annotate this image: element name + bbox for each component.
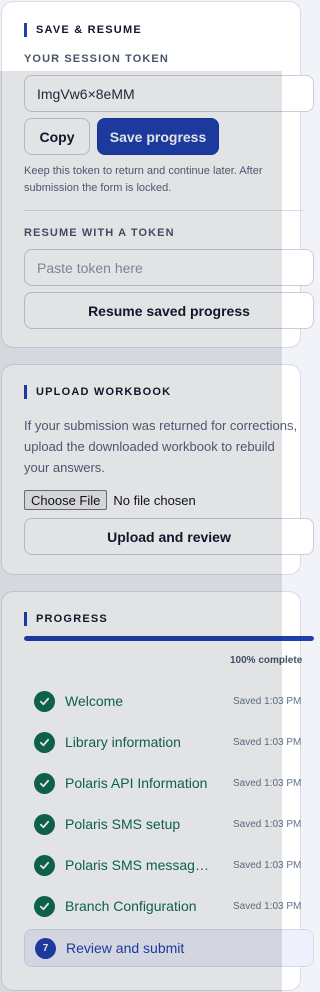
step-saved-time: Saved 1:03 PM xyxy=(233,818,302,830)
upload-help-text: If your submission was returned for corr… xyxy=(24,415,304,478)
step-saved-time: Saved 1:03 PM xyxy=(233,859,302,871)
progress-card: PROGRESS 100% complete Welcome Saved 1:0… xyxy=(1,591,314,991)
resume-token-input[interactable]: Paste token here xyxy=(24,249,314,286)
check-circle-icon xyxy=(34,813,55,835)
upload-workbook-title: UPLOAD WORKBOOK xyxy=(24,385,171,399)
upload-review-button[interactable]: Upload and review xyxy=(24,518,314,555)
progress-bar xyxy=(24,636,314,641)
step-saved-time: Saved 1:03 PM xyxy=(233,736,302,748)
step-branch-configuration[interactable]: Branch Configuration Saved 1:03 PM xyxy=(24,887,314,925)
file-status-text: No file chosen xyxy=(113,492,196,508)
step-saved-time: Saved 1:03 PM xyxy=(233,777,302,789)
step-name: Polaris API Information xyxy=(65,775,208,791)
check-circle-icon xyxy=(34,895,55,917)
save-progress-button[interactable]: Save progress xyxy=(97,118,219,155)
step-name: Polaris SMS setup xyxy=(65,816,181,832)
token-help-line-1: Keep this token to return and continue l… xyxy=(24,165,263,177)
step-name: Review and submit xyxy=(66,940,185,956)
check-circle-icon xyxy=(34,690,55,712)
upload-help-line-2: upload the downloaded workbook to rebuil… xyxy=(24,439,275,454)
step-polaris-api-information[interactable]: Polaris API Information Saved 1:03 PM xyxy=(24,764,314,802)
step-welcome[interactable]: Welcome Saved 1:03 PM xyxy=(24,682,314,720)
token-help-text: Keep this token to return and continue l… xyxy=(24,163,304,197)
progress-bar-fill xyxy=(24,636,314,641)
progress-title: PROGRESS xyxy=(24,612,108,626)
upload-help-line-1: If your submission was returned for corr… xyxy=(24,418,298,433)
step-library-information[interactable]: Library information Saved 1:03 PM xyxy=(24,723,314,761)
check-circle-icon xyxy=(34,772,55,794)
choose-file-button[interactable]: Choose File xyxy=(24,490,108,510)
check-circle-icon xyxy=(34,731,55,753)
step-name: Branch Configuration xyxy=(65,898,197,914)
progress-percent-label: 100% complete xyxy=(230,655,303,666)
step-number-badge: 7 xyxy=(35,937,56,959)
upload-help-line-3: your answers. xyxy=(24,460,105,475)
step-name: Library information xyxy=(65,734,181,750)
step-polaris-sms-setup[interactable]: Polaris SMS setup Saved 1:03 PM xyxy=(24,805,314,843)
resume-progress-button[interactable]: Resume saved progress xyxy=(24,292,314,329)
copy-token-button[interactable]: Copy xyxy=(24,118,90,155)
step-saved-time: Saved 1:03 PM xyxy=(233,900,302,912)
step-saved-time: Saved 1:03 PM xyxy=(233,695,302,707)
session-token-field[interactable]: ImgVw6×8eMM xyxy=(24,75,314,112)
upload-workbook-card: UPLOAD WORKBOOK If your submission was r… xyxy=(1,364,314,575)
step-name: Welcome xyxy=(65,693,124,709)
token-help-line-2: submission the form is locked. xyxy=(24,182,172,194)
step-name: Polaris SMS messages & tokens xyxy=(65,857,215,873)
step-polaris-sms-messages[interactable]: Polaris SMS messages & tokens Saved 1:03… xyxy=(24,846,314,884)
file-picker: Choose File No file chosen xyxy=(24,490,196,510)
session-token-label: YOUR SESSION TOKEN xyxy=(24,53,169,65)
resume-token-label: RESUME WITH A TOKEN xyxy=(24,227,175,239)
step-review-and-submit[interactable]: 7 Review and submit xyxy=(24,929,314,967)
check-circle-icon xyxy=(34,854,55,876)
save-resume-title: SAVE & RESUME xyxy=(24,23,142,37)
section-divider xyxy=(24,210,304,211)
save-resume-card: SAVE & RESUME YOUR SESSION TOKEN ImgVw6×… xyxy=(1,1,314,348)
